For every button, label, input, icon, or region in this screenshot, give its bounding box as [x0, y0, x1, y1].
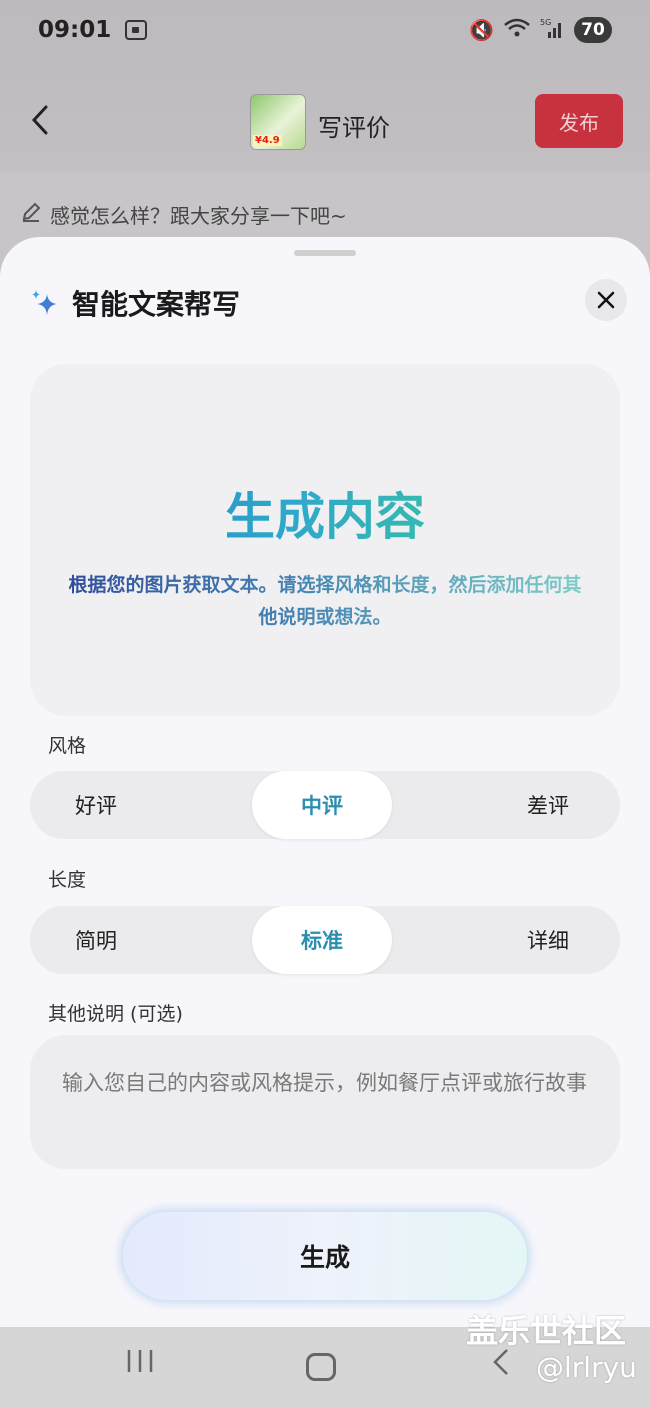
ai-writing-sheet: 智能文案帮写 生成内容 根据您的图片获取文本。请选择风格和长度，然后添加任何其他…	[0, 237, 650, 1327]
network-label: 5G	[540, 18, 551, 27]
length-selector: 简明 标准 详细	[30, 906, 620, 974]
top-bar: 写评价 发布	[0, 80, 650, 170]
product-thumbnail	[250, 94, 306, 150]
watermark-title: 盖乐世社区	[466, 1312, 627, 1350]
review-input-hint[interactable]: 感觉怎么样？跟大家分享一下吧~	[20, 200, 347, 229]
sheet-title: 智能文案帮写	[72, 288, 241, 321]
generate-button[interactable]: 生成	[121, 1210, 529, 1302]
pencil-icon	[20, 201, 42, 229]
length-option-standard[interactable]: 标准	[252, 906, 392, 974]
back-icon[interactable]	[30, 104, 50, 145]
review-hint-text: 感觉怎么样？跟大家分享一下吧~	[50, 204, 347, 228]
publish-button[interactable]: 发布	[535, 94, 623, 148]
notes-input[interactable]: 输入您自己的内容或风格提示，例如餐厅点评或旅行故事	[30, 1035, 620, 1169]
mute-icon: 🔇	[469, 18, 494, 42]
generated-content-description: 根据您的图片获取文本。请选择风格和长度，然后添加任何其他说明或想法。	[60, 569, 590, 633]
drag-handle[interactable]	[294, 250, 356, 256]
style-option-bad[interactable]: 差评	[480, 771, 616, 839]
generated-content-title: 生成内容	[30, 477, 620, 549]
recent-apps-icon[interactable]	[126, 1347, 154, 1382]
style-option-good[interactable]: 好评	[30, 771, 162, 839]
style-selector: 好评 中评 差评	[30, 771, 620, 839]
generated-content-card: 生成内容 根据您的图片获取文本。请选择风格和长度，然后添加任何其他说明或想法。	[30, 364, 620, 716]
length-option-detailed[interactable]: 详细	[480, 906, 616, 974]
battery-indicator: 70	[574, 17, 612, 43]
watermark-user: @lrlryu	[536, 1351, 637, 1384]
signal-icon: 5G	[540, 17, 564, 44]
page-title: 写评价	[318, 114, 390, 142]
close-icon[interactable]	[585, 279, 627, 321]
wifi-icon	[504, 18, 530, 43]
status-time: 09:01	[38, 17, 112, 43]
sparkle-icon	[30, 288, 60, 318]
scan-icon	[125, 20, 148, 40]
home-icon[interactable]	[306, 1353, 336, 1381]
status-bar: 09:01 🔇 5G 70	[0, 0, 650, 60]
length-label: 长度	[48, 869, 87, 891]
sheet-header: 智能文案帮写	[30, 283, 240, 323]
notes-label: 其他说明 (可选)	[48, 1003, 183, 1025]
nav-back-icon[interactable]	[492, 1347, 510, 1385]
style-option-neutral[interactable]: 中评	[252, 771, 392, 839]
length-option-concise[interactable]: 简明	[30, 906, 162, 974]
status-right: 🔇 5G 70	[469, 17, 612, 44]
style-label: 风格	[48, 735, 87, 757]
